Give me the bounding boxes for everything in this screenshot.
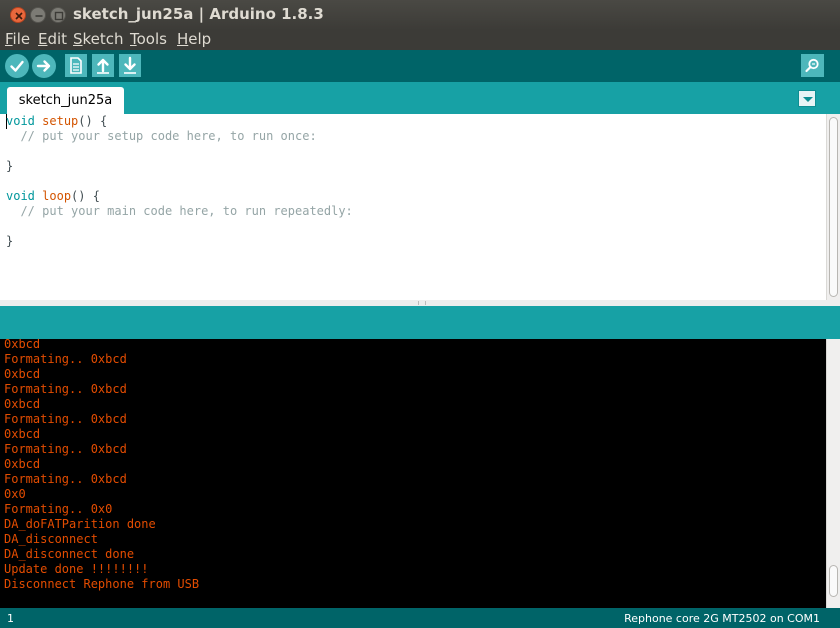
- menu-file[interactable]: File: [5, 30, 30, 48]
- console-line: 0xbcd: [4, 457, 41, 471]
- save-sketch-button[interactable]: [119, 54, 141, 77]
- upload-button[interactable]: [32, 54, 56, 78]
- menu-edit[interactable]: Edit: [38, 30, 67, 48]
- magnifier-icon: [805, 58, 819, 73]
- code-line: }: [6, 159, 13, 174]
- console-line: Update done !!!!!!!!: [4, 562, 149, 576]
- menu-file-mnemonic: F: [5, 30, 13, 48]
- menu-file-label: ile: [12, 30, 31, 48]
- close-icon: [15, 12, 23, 20]
- menu-sketch[interactable]: Sketch: [73, 30, 124, 48]
- maximize-window-button[interactable]: [50, 7, 66, 23]
- console-line: 0xbcd: [4, 397, 41, 411]
- code-line: // put your main code here, to run repea…: [6, 204, 353, 219]
- code-function: setup: [42, 114, 79, 128]
- console-line: Formating.. 0xbcd: [4, 382, 127, 396]
- tab-sketch[interactable]: sketch_jun25a: [7, 87, 124, 114]
- console-output: 0xbcd Formating.. 0xbcd 0xbcd Formating.…: [0, 339, 826, 608]
- editor-scrollbar-thumb[interactable]: [829, 117, 838, 297]
- console-line: DA_disconnect done: [4, 547, 135, 561]
- editor-scrollbar[interactable]: [826, 114, 840, 300]
- new-sketch-button[interactable]: [65, 54, 87, 77]
- menu-tools[interactable]: Tools: [130, 30, 167, 48]
- close-window-button[interactable]: [10, 7, 26, 23]
- message-area: [0, 306, 840, 339]
- console-scrollbar-thumb[interactable]: [829, 565, 838, 597]
- splitter-grip-icon: [418, 301, 426, 305]
- console-line: Formating.. 0x0: [4, 502, 113, 516]
- menu-sketch-mnemonic: S: [73, 30, 83, 48]
- console-line: Formating.. 0xbcd: [4, 472, 127, 486]
- console-line: Formating.. 0xbcd: [4, 442, 127, 456]
- code-line: // put your setup code here, to run once…: [6, 129, 317, 144]
- menu-help-label: elp: [188, 30, 212, 48]
- line-number: 1: [7, 612, 14, 625]
- window-title: sketch_jun25a | Arduino 1.8.3: [73, 5, 324, 23]
- code-comment: // put your main code here, to run repea…: [20, 204, 353, 218]
- board-port-info: Rephone core 2G MT2502 on COM1: [624, 612, 820, 625]
- menu-sketch-label: ketch: [82, 30, 124, 48]
- document-icon: [70, 57, 82, 74]
- console-line: Formating.. 0xbcd: [4, 352, 127, 366]
- code-text: }: [6, 159, 14, 173]
- code-line: void setup() {: [6, 114, 107, 129]
- console-line: DA_doFATParition done: [4, 517, 156, 531]
- code-line: void loop() {: [6, 189, 100, 204]
- minimize-window-button[interactable]: [30, 7, 46, 23]
- menu-edit-label: dit: [47, 30, 68, 48]
- console-line: Formating.. 0xbcd: [4, 412, 127, 426]
- code-editor[interactable]: void setup() { // put your setup code he…: [0, 114, 826, 300]
- minimize-icon: [35, 15, 43, 17]
- menu-tools-label: ools: [136, 30, 167, 48]
- verify-button[interactable]: [5, 54, 29, 78]
- code-keyword: void: [6, 114, 35, 128]
- arrow-down-icon: [124, 56, 136, 74]
- console-line: Disconnect Rephone from USB: [4, 577, 200, 591]
- serial-monitor-button[interactable]: [801, 54, 824, 77]
- console-line: DA_disconnect: [4, 532, 98, 546]
- console-line: 0xbcd: [4, 367, 41, 381]
- maximize-icon: [54, 11, 64, 21]
- menu-bar: File Edit Sketch Tools Help: [0, 30, 840, 50]
- code-line: }: [6, 234, 13, 249]
- tab-menu-button[interactable]: [798, 90, 816, 107]
- code-keyword: void: [6, 189, 35, 203]
- tab-bar: sketch_jun25a: [0, 82, 840, 114]
- arrow-up-icon: [97, 58, 109, 74]
- title-bar: sketch_jun25a | Arduino 1.8.3: [0, 0, 840, 30]
- console-line: 0xbcd: [4, 427, 41, 441]
- toolbar: [0, 50, 840, 82]
- console-line: 0x0: [4, 487, 26, 501]
- open-sketch-button[interactable]: [92, 54, 114, 77]
- code-text: }: [6, 234, 14, 248]
- code-text: () {: [71, 189, 100, 203]
- menu-help-mnemonic: H: [177, 30, 189, 48]
- code-text: () {: [78, 114, 108, 128]
- code-comment: // put your setup code here, to run once…: [20, 129, 317, 143]
- console-scrollbar[interactable]: [826, 339, 840, 608]
- arrow-right-icon: [36, 60, 51, 72]
- menu-help[interactable]: Help: [177, 30, 211, 48]
- code-function: loop: [42, 189, 72, 203]
- chevron-down-icon: [803, 97, 813, 102]
- checkmark-icon: [10, 60, 24, 72]
- menu-tools-mnemonic: T: [130, 30, 137, 48]
- console-line: 0xbcd: [4, 339, 41, 351]
- status-bar: 1 Rephone core 2G MT2502 on COM1: [0, 608, 840, 628]
